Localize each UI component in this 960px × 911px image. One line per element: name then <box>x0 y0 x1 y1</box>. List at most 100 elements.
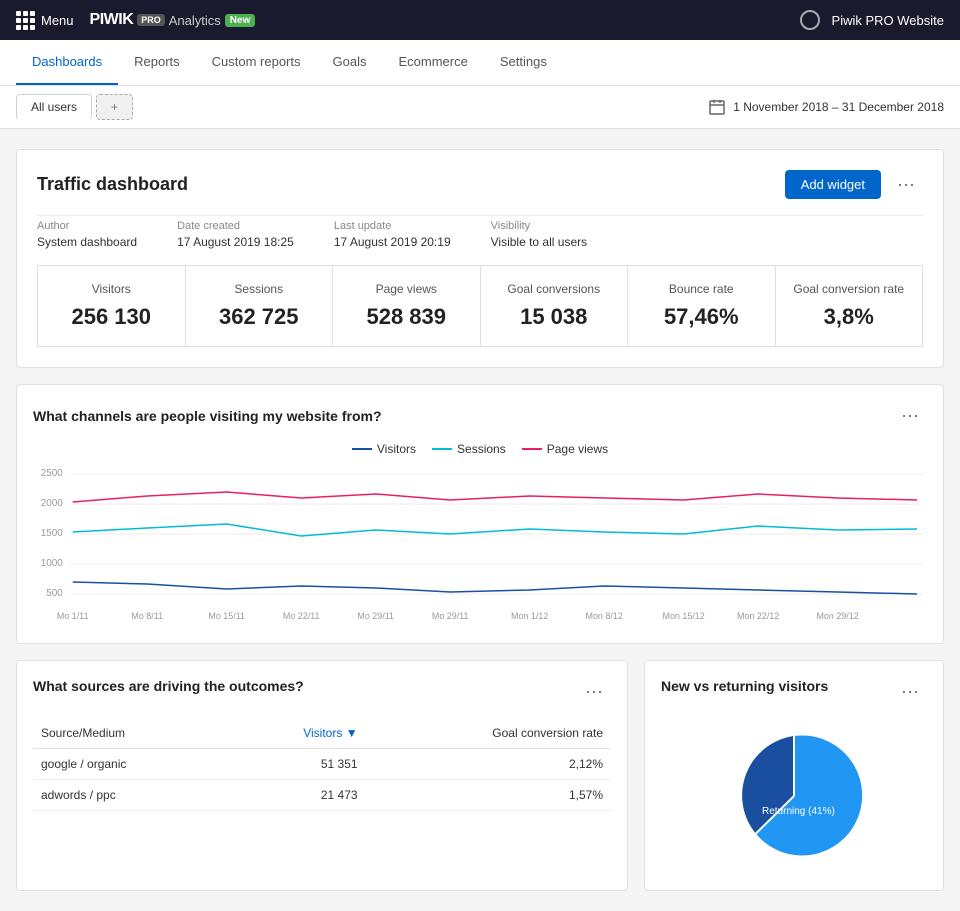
table-row: google / organic 51 351 2,12% <box>33 749 611 780</box>
last-update-value: 17 August 2019 20:19 <box>334 235 451 249</box>
dashboard-header: Traffic dashboard Add widget ··· <box>37 170 923 199</box>
kpi-visitors: Visitors 256 130 <box>37 265 185 347</box>
col-conversion-header: Goal conversion rate <box>366 718 611 749</box>
svg-text:Mo 22/11: Mo 22/11 <box>283 611 320 621</box>
dashboard-card: Traffic dashboard Add widget ··· Author … <box>16 149 944 368</box>
kpi-visitors-value: 256 130 <box>54 304 169 330</box>
returning-more-button[interactable]: ··· <box>893 677 927 706</box>
bottom-grid: What sources are driving the outcomes? ·… <box>16 660 944 891</box>
line-chart: 2500 2000 1500 1000 500 Mo 1/11 <box>33 464 927 624</box>
new-badge: New <box>225 14 256 27</box>
main-content: Traffic dashboard Add widget ··· Author … <box>0 129 960 911</box>
kpi-sessions-value: 362 725 <box>202 304 317 330</box>
add-segment-button[interactable]: + <box>96 94 133 120</box>
legend-visitors-line <box>352 448 372 450</box>
nav-dashboards[interactable]: Dashboards <box>16 40 118 85</box>
main-nav: Dashboards Reports Custom reports Goals … <box>0 40 960 86</box>
legend-visitors-label: Visitors <box>377 442 416 456</box>
kpi-visitors-label: Visitors <box>54 282 169 296</box>
svg-text:Mo 1/11: Mo 1/11 <box>57 611 89 621</box>
col-source-header: Source/Medium <box>33 718 229 749</box>
sources-more-button[interactable]: ··· <box>577 677 611 706</box>
kpi-goal-conversions-label: Goal conversions <box>497 282 612 296</box>
nav-ecommerce[interactable]: Ecommerce <box>382 40 483 85</box>
author-value: System dashboard <box>37 235 137 249</box>
topbar-left: Menu PIWIK PRO Analytics New <box>16 11 255 30</box>
visibility-value: Visible to all users <box>491 235 588 249</box>
date-range-text: 1 November 2018 – 31 December 2018 <box>733 100 944 114</box>
dashboard-more-button[interactable]: ··· <box>889 170 923 199</box>
svg-text:Mon 29/12: Mon 29/12 <box>816 611 858 621</box>
globe-icon[interactable] <box>800 10 820 30</box>
legend-page-views-line <box>522 448 542 450</box>
segment-tabs: All users + <box>16 94 133 120</box>
kpi-bounce-rate: Bounce rate 57,46% <box>627 265 775 347</box>
chart-section: What channels are people visiting my web… <box>16 384 944 644</box>
segment-bar: All users + 1 November 2018 – 31 Decembe… <box>0 86 960 129</box>
returning-visitors-section: New vs returning visitors ··· Returning … <box>644 660 944 891</box>
website-name: Piwik PRO Website <box>832 13 944 28</box>
kpi-page-views-label: Page views <box>349 282 464 296</box>
svg-text:500: 500 <box>46 588 63 599</box>
svg-text:1000: 1000 <box>41 558 64 569</box>
svg-text:Mon 1/12: Mon 1/12 <box>511 611 548 621</box>
topbar: Menu PIWIK PRO Analytics New Piwik PRO W… <box>0 0 960 40</box>
kpi-bounce-rate-value: 57,46% <box>644 304 759 330</box>
svg-text:Mo 8/11: Mo 8/11 <box>131 611 163 621</box>
svg-text:Mon 22/12: Mon 22/12 <box>737 611 779 621</box>
chart-area: 2500 2000 1500 1000 500 Mo 1/11 <box>33 464 927 627</box>
svg-text:Mon 8/12: Mon 8/12 <box>586 611 623 621</box>
legend-visitors: Visitors <box>352 442 416 456</box>
date-range[interactable]: 1 November 2018 – 31 December 2018 <box>709 99 944 115</box>
svg-text:Mo 29/11: Mo 29/11 <box>432 611 469 621</box>
menu-button[interactable]: Menu <box>16 11 74 30</box>
dashboard-meta: Author System dashboard Date created 17 … <box>37 215 923 249</box>
nav-custom-reports[interactable]: Custom reports <box>196 40 317 85</box>
last-update-label: Last update <box>334 220 451 232</box>
chart-header: What channels are people visiting my web… <box>33 401 927 430</box>
author-label: Author <box>37 220 137 232</box>
svg-text:2500: 2500 <box>41 468 64 479</box>
svg-text:Mo 15/11: Mo 15/11 <box>208 611 245 621</box>
meta-visibility: Visibility Visible to all users <box>491 220 588 249</box>
meta-last-update: Last update 17 August 2019 20:19 <box>334 220 451 249</box>
nav-reports[interactable]: Reports <box>118 40 196 85</box>
logo-pro-badge: PRO <box>137 14 165 26</box>
sources-section: What sources are driving the outcomes? ·… <box>16 660 628 891</box>
logo-text: PIWIK <box>90 11 134 29</box>
col-visitors-header[interactable]: Visitors ▼ <box>229 718 365 749</box>
conversion-adwords: 1,57% <box>366 780 611 811</box>
legend-sessions-label: Sessions <box>457 442 506 456</box>
kpi-page-views-value: 528 839 <box>349 304 464 330</box>
chart-more-button[interactable]: ··· <box>893 401 927 430</box>
chart-title: What channels are people visiting my web… <box>33 408 382 424</box>
meta-author: Author System dashboard <box>37 220 137 249</box>
chart-legend: Visitors Sessions Page views <box>33 442 927 456</box>
nav-settings[interactable]: Settings <box>484 40 563 85</box>
svg-text:2000: 2000 <box>41 498 64 509</box>
pie-chart: Returning (41%) <box>694 726 894 866</box>
menu-label: Menu <box>41 13 74 28</box>
nav-goals[interactable]: Goals <box>317 40 383 85</box>
add-widget-button[interactable]: Add widget <box>785 170 881 199</box>
segment-all-users[interactable]: All users <box>16 94 92 120</box>
conversion-google: 2,12% <box>366 749 611 780</box>
calendar-icon <box>709 99 725 115</box>
visitors-header-label: Visitors <box>303 726 342 740</box>
legend-page-views-label: Page views <box>547 442 608 456</box>
kpi-bounce-rate-label: Bounce rate <box>644 282 759 296</box>
legend-page-views: Page views <box>522 442 608 456</box>
kpi-conversion-rate-label: Goal conversion rate <box>792 282 907 296</box>
date-created-label: Date created <box>177 220 294 232</box>
logo: PIWIK PRO Analytics New <box>90 11 256 29</box>
sources-table: Source/Medium Visitors ▼ Goal conversion… <box>33 718 611 811</box>
kpi-goal-conversions-value: 15 038 <box>497 304 612 330</box>
kpi-conversion-rate: Goal conversion rate 3,8% <box>775 265 924 347</box>
legend-sessions-line <box>432 448 452 450</box>
date-created-value: 17 August 2019 18:25 <box>177 235 294 249</box>
kpi-sessions-label: Sessions <box>202 282 317 296</box>
svg-text:Mo 29/11: Mo 29/11 <box>357 611 394 621</box>
sources-title: What sources are driving the outcomes? <box>33 678 304 694</box>
visibility-label: Visibility <box>491 220 588 232</box>
visitors-adwords: 21 473 <box>229 780 365 811</box>
